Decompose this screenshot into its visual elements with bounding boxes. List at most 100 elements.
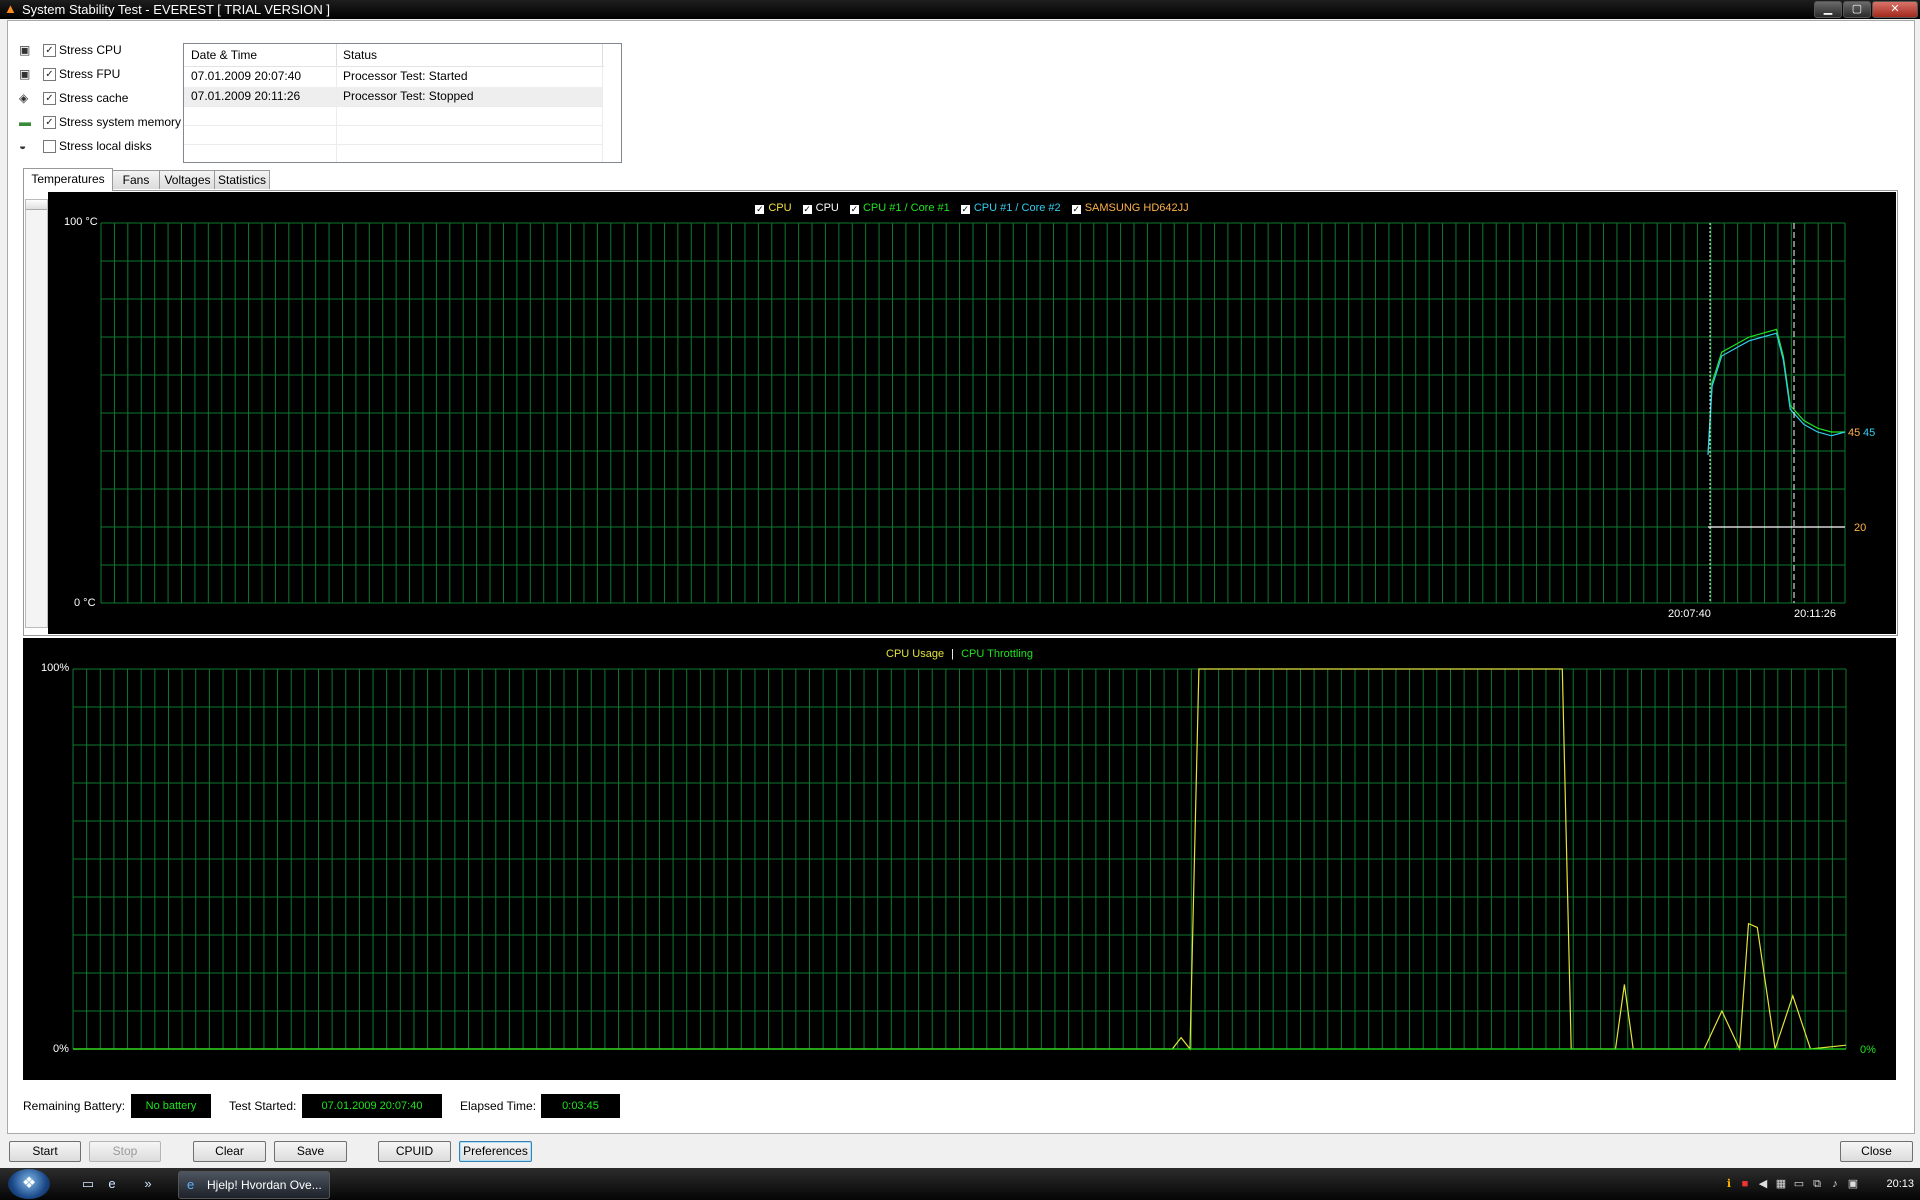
current-value-label: 20 bbox=[1854, 522, 1867, 534]
legend-label: CPU bbox=[815, 202, 839, 214]
log-status: Processor Test: Stopped bbox=[343, 89, 474, 103]
chevron-right-icon[interactable]: » bbox=[140, 1176, 156, 1192]
legend-label: CPU #1 / Core #2 bbox=[973, 202, 1061, 214]
stress-fpu-label: Stress FPU bbox=[59, 67, 121, 81]
close-button[interactable]: Close bbox=[1840, 1141, 1913, 1162]
legend-item[interactable]: ✓ SAMSUNG HD642JJ bbox=[1071, 202, 1189, 214]
display-icon[interactable]: ▭ bbox=[1792, 1177, 1806, 1191]
ati-icon[interactable]: ■ bbox=[1738, 1177, 1752, 1191]
cpu-usage-legend: CPU Usage | CPU Throttling bbox=[23, 648, 1896, 660]
elapsed-time-label: Elapsed Time: bbox=[460, 1099, 537, 1113]
stress-fpu-option[interactable]: ▣ ✓ Stress FPU bbox=[19, 66, 189, 84]
close-window-button[interactable]: ✕ bbox=[1872, 1, 1918, 18]
clear-button[interactable]: Clear bbox=[193, 1141, 266, 1162]
title-bar: ▲ System Stability Test - EVEREST [ TRIA… bbox=[0, 0, 1920, 19]
event-log-table[interactable]: Date & Time Status 07.01.2009 20:07:40 P… bbox=[183, 43, 622, 163]
stress-disks-label: Stress local disks bbox=[59, 139, 152, 153]
column-grid-line bbox=[602, 66, 603, 162]
cpuid-button[interactable]: CPUID bbox=[378, 1141, 451, 1162]
current-value-label: 45 bbox=[1863, 427, 1876, 439]
column-header-datetime[interactable]: Date & Time bbox=[184, 44, 334, 66]
column-divider bbox=[602, 44, 603, 66]
battery-value: No battery bbox=[131, 1094, 211, 1118]
row-divider bbox=[184, 144, 602, 145]
column-header-status[interactable]: Status bbox=[336, 44, 603, 66]
tab-voltages[interactable]: Voltages bbox=[159, 170, 216, 189]
legend-item[interactable]: ✓ CPU #1 / Core #1 bbox=[849, 202, 950, 214]
temperature-plot bbox=[100, 222, 1846, 604]
legend-checkbox[interactable]: ✓ bbox=[849, 205, 859, 214]
temperature-series-line bbox=[1707, 328, 1845, 455]
preferences-button[interactable]: Preferences bbox=[459, 1141, 532, 1162]
start-orb-button[interactable]: ❖ bbox=[8, 1169, 50, 1199]
info-icon[interactable]: ℹ bbox=[1722, 1177, 1736, 1191]
monitor-icon[interactable]: ▣ bbox=[1846, 1177, 1860, 1191]
table-header: Date & Time Status bbox=[184, 44, 604, 67]
elapsed-time-value: 0:03:45 bbox=[541, 1094, 620, 1118]
stress-disks-option[interactable]: ◒ Stress local disks bbox=[19, 138, 189, 156]
temperature-legend: ✓ CPU ✓ CPU ✓ CPU #1 / Core #1 ✓ CPU #1 / Co… bbox=[48, 202, 1896, 214]
tab-fans[interactable]: Fans bbox=[111, 170, 161, 189]
history-scrollbar[interactable] bbox=[25, 199, 48, 628]
stress-cache-option[interactable]: ◈ ✓ Stress cache bbox=[19, 90, 189, 108]
save-button[interactable]: Save bbox=[274, 1141, 347, 1162]
taskbar: ❖ ▭ e » e Hjelp! Hvordan Ove... ℹ ■ ◀ ▦ … bbox=[0, 1168, 1920, 1200]
current-value-label: 45 bbox=[1848, 427, 1861, 439]
scrollbar-thumb[interactable] bbox=[26, 200, 47, 210]
tab-temperatures[interactable]: Temperatures bbox=[23, 168, 113, 191]
y-axis-max-label: 100 °C bbox=[64, 216, 98, 228]
stress-cache-label: Stress cache bbox=[59, 91, 129, 105]
taskbar-item-browser[interactable]: e Hjelp! Hvordan Ove... bbox=[178, 1171, 330, 1199]
hard-disk-icon: ◒ bbox=[19, 139, 27, 153]
stress-cpu-option[interactable]: ▣ ✓ Stress CPU bbox=[19, 42, 189, 60]
test-started-value: 07.01.2009 20:07:40 bbox=[302, 1094, 442, 1118]
temperature-series-line bbox=[1707, 332, 1846, 455]
stress-disks-checkbox[interactable] bbox=[43, 140, 56, 153]
y-axis-min-label: 0% bbox=[53, 1043, 69, 1055]
clock: 20:13 bbox=[1886, 1178, 1914, 1190]
stress-memory-label: Stress system memory bbox=[59, 115, 182, 129]
column-grid-line bbox=[336, 66, 337, 162]
stress-fpu-checkbox[interactable]: ✓ bbox=[43, 68, 56, 81]
temperature-chart: ✓ CPU ✓ CPU ✓ CPU #1 / Core #1 ✓ CPU #1 / Co… bbox=[48, 192, 1896, 634]
log-datetime: 07.01.2009 20:11:26 bbox=[191, 89, 301, 103]
table-row[interactable]: 07.01.2009 20:07:40 Processor Test: Star… bbox=[184, 67, 602, 86]
system-tray: ℹ ■ ◀ ▦ ▭ ⧉ ♪ ▣ 20:13 bbox=[1720, 1168, 1920, 1200]
stress-cache-checkbox[interactable]: ✓ bbox=[43, 92, 56, 105]
cache-chip-icon: ◈ bbox=[19, 91, 29, 105]
legend-throttling-label: CPU Throttling bbox=[961, 648, 1033, 660]
volume-icon[interactable]: ♪ bbox=[1828, 1177, 1842, 1191]
legend-item[interactable]: ✓ CPU bbox=[755, 202, 792, 214]
legend-item[interactable]: ✓ CPU bbox=[802, 202, 839, 214]
legend-separator: | bbox=[951, 648, 954, 660]
current-value-label: 0% bbox=[1860, 1044, 1876, 1056]
network-icon[interactable]: ▦ bbox=[1774, 1177, 1788, 1191]
tab-statistics[interactable]: Statistics bbox=[214, 170, 270, 189]
cpu-chip-icon: ▣ bbox=[19, 43, 31, 57]
maximize-button[interactable]: ▢ bbox=[1843, 1, 1871, 18]
everest-flame-icon: ▲ bbox=[4, 1, 17, 16]
row-divider bbox=[184, 125, 602, 126]
stress-memory-option[interactable]: ▬ ✓ Stress system memory bbox=[19, 114, 189, 132]
table-row[interactable]: 07.01.2009 20:11:26 Processor Test: Stop… bbox=[184, 87, 602, 106]
legend-checkbox[interactable]: ✓ bbox=[755, 205, 765, 214]
legend-checkbox[interactable]: ✓ bbox=[1071, 205, 1081, 214]
stress-cpu-checkbox[interactable]: ✓ bbox=[43, 44, 56, 57]
log-datetime: 07.01.2009 20:07:40 bbox=[191, 69, 302, 83]
status-bar: Remaining Battery: No battery Test Start… bbox=[23, 1094, 723, 1118]
minimize-button[interactable]: ▁ bbox=[1814, 1, 1842, 18]
stop-button[interactable]: Stop bbox=[89, 1141, 161, 1162]
internet-explorer-icon: e bbox=[187, 1177, 195, 1192]
memory-module-icon: ▬ bbox=[19, 115, 31, 129]
usb-icon[interactable]: ⧉ bbox=[1810, 1177, 1824, 1191]
stress-memory-checkbox[interactable]: ✓ bbox=[43, 116, 56, 129]
show-desktop-icon[interactable]: ▭ bbox=[80, 1176, 96, 1192]
legend-checkbox[interactable]: ✓ bbox=[960, 205, 970, 214]
legend-usage-label: CPU Usage bbox=[886, 648, 945, 660]
fpu-chip-icon: ▣ bbox=[19, 67, 31, 81]
legend-item[interactable]: ✓ CPU #1 / Core #2 bbox=[960, 202, 1061, 214]
start-button[interactable]: Start bbox=[9, 1141, 81, 1162]
internet-explorer-icon[interactable]: e bbox=[104, 1176, 120, 1192]
legend-checkbox[interactable]: ✓ bbox=[802, 205, 812, 214]
speaker-icon[interactable]: ◀ bbox=[1756, 1177, 1770, 1191]
